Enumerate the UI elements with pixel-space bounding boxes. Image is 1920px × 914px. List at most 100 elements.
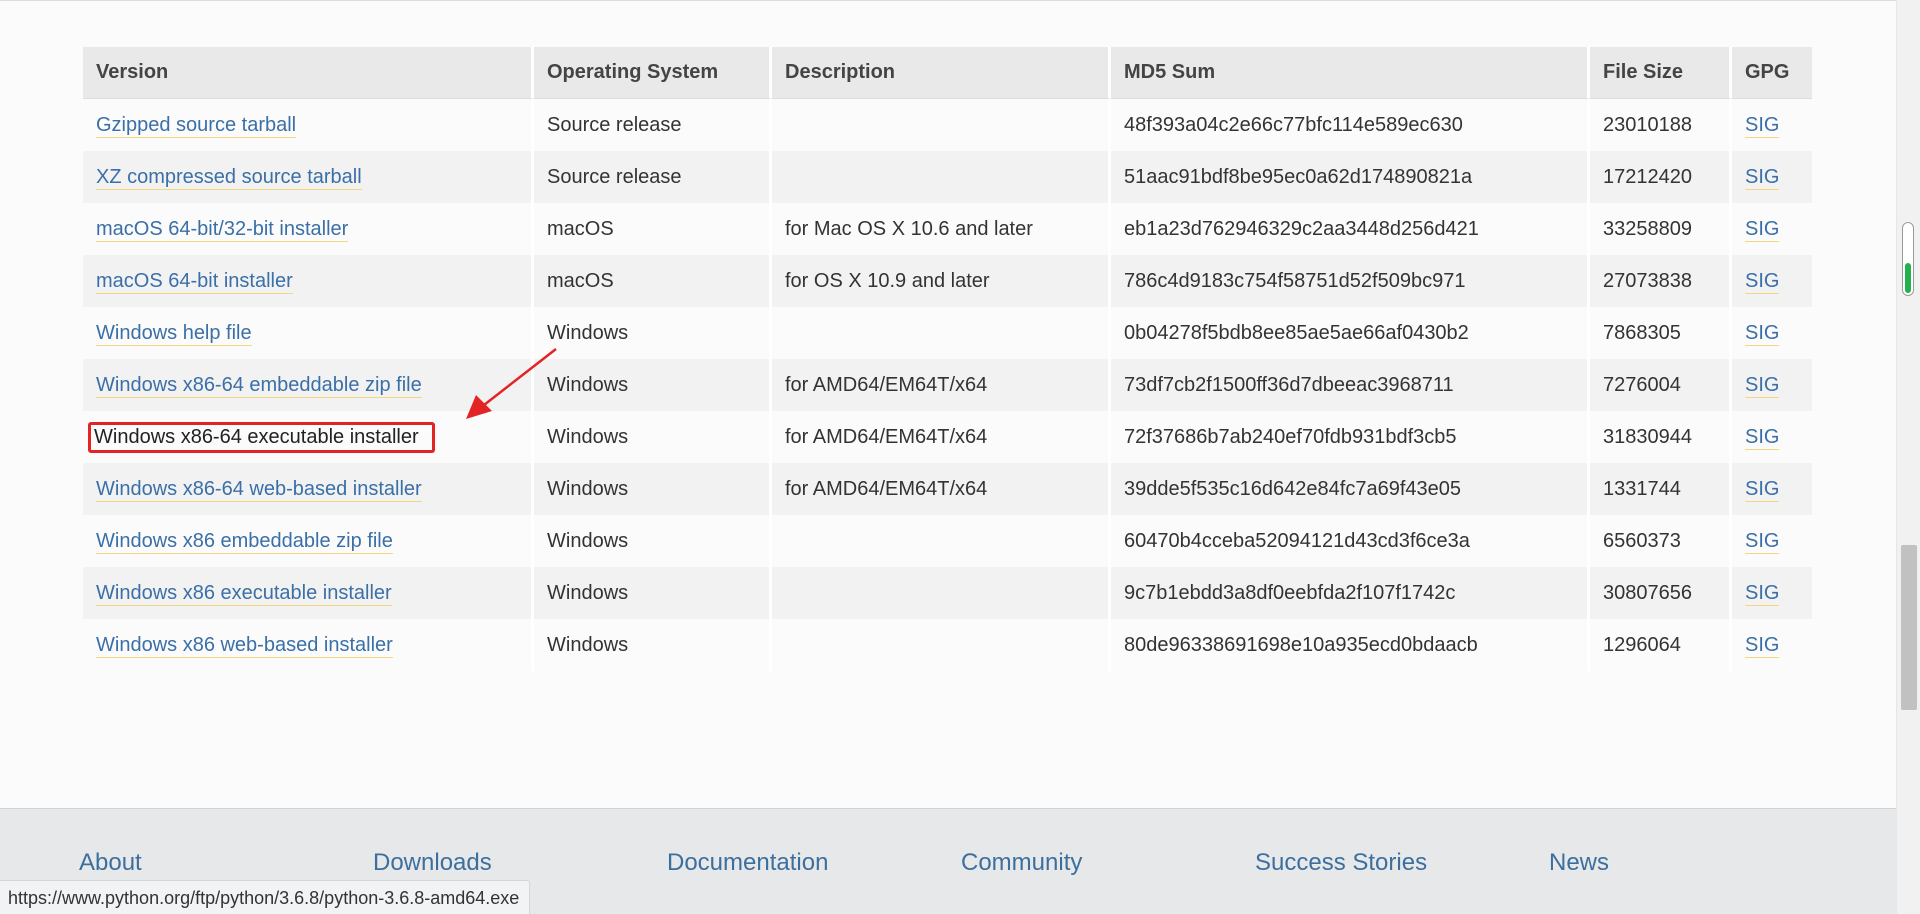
cell-gpg: SIG xyxy=(1732,411,1812,463)
footer-nav: About Downloads Documentation Community … xyxy=(79,849,1843,877)
column-header-file-size[interactable]: File Size xyxy=(1590,47,1732,99)
cell-gpg: SIG xyxy=(1732,151,1812,203)
sig-link[interactable]: SIG xyxy=(1745,633,1780,658)
footer-link-documentation[interactable]: Documentation xyxy=(667,849,961,877)
cell-description: for OS X 10.9 and later xyxy=(772,255,1111,307)
cell-description xyxy=(772,515,1111,567)
table-row: Gzipped source tarball Source release 48f3… xyxy=(83,99,1812,151)
vertical-scrollbar[interactable] xyxy=(1896,0,1920,914)
cell-operating-system: Source release xyxy=(534,151,772,203)
sig-link[interactable]: SIG xyxy=(1745,321,1780,346)
cell-gpg: SIG xyxy=(1732,463,1812,515)
cell-description xyxy=(772,151,1111,203)
cell-description xyxy=(772,619,1111,671)
cell-md5-sum: 51aac91bdf8be95ec0a62d174890821a xyxy=(1111,151,1590,203)
table-row: Windows x86-64 embeddable zip file Window… xyxy=(83,359,1812,411)
cell-operating-system: Windows xyxy=(534,619,772,671)
cell-operating-system: Windows xyxy=(534,307,772,359)
cell-md5-sum: 73df7cb2f1500ff36d7dbeeac3968711 xyxy=(1111,359,1590,411)
cell-version: Windows x86-64 embeddable zip file xyxy=(83,359,534,411)
cell-md5-sum: 60470b4cceba52094121d43cd3f6ce3a xyxy=(1111,515,1590,567)
footer-link-success-stories[interactable]: Success Stories xyxy=(1255,849,1549,877)
footer-link-news[interactable]: News xyxy=(1549,849,1843,877)
download-link[interactable]: Windows x86-64 web-based installer xyxy=(96,477,422,502)
cell-operating-system: macOS xyxy=(534,203,772,255)
cell-operating-system: Source release xyxy=(534,99,772,151)
highlighted-download-link[interactable]: Windows x86-64 executable installer xyxy=(88,421,435,453)
cell-file-size: 17212420 xyxy=(1590,151,1732,203)
sig-link[interactable]: SIG xyxy=(1745,373,1780,398)
table-row: Windows x86 embeddable zip file Windows 60… xyxy=(83,515,1812,567)
cell-operating-system: Windows xyxy=(534,567,772,619)
sig-link[interactable]: SIG xyxy=(1745,477,1780,502)
cell-description: for AMD64/EM64T/x64 xyxy=(772,359,1111,411)
table-body: Gzipped source tarball Source release 48f3… xyxy=(83,99,1812,671)
table-row: Windows x86 executable installer Windows 9… xyxy=(83,567,1812,619)
table-row: Windows x86 web-based installer Windows 80… xyxy=(83,619,1812,671)
cell-gpg: SIG xyxy=(1732,203,1812,255)
download-link[interactable]: Windows x86 embeddable zip file xyxy=(96,529,393,554)
cell-version: Windows x86-64 web-based installer xyxy=(83,463,534,515)
sig-link[interactable]: SIG xyxy=(1745,113,1780,138)
cell-description: for AMD64/EM64T/x64 xyxy=(772,411,1111,463)
cell-version: Gzipped source tarball xyxy=(83,99,534,151)
download-link[interactable]: macOS 64-bit/32-bit installer xyxy=(96,217,349,242)
cell-operating-system: Windows xyxy=(534,411,772,463)
cell-file-size: 6560373 xyxy=(1590,515,1732,567)
cell-gpg: SIG xyxy=(1732,307,1812,359)
sig-link[interactable]: SIG xyxy=(1745,217,1780,242)
footer-link-about[interactable]: About xyxy=(79,849,373,877)
download-link[interactable]: Windows x86 web-based installer xyxy=(96,633,393,658)
cell-file-size: 7868305 xyxy=(1590,307,1732,359)
footer-link-downloads[interactable]: Downloads xyxy=(373,849,667,877)
page: Version Operating System Description MD5… xyxy=(0,0,1920,914)
column-header-version[interactable]: Version xyxy=(83,47,534,99)
cell-version: Windows x86 embeddable zip file xyxy=(83,515,534,567)
download-link[interactable]: Windows x86 executable installer xyxy=(96,581,392,606)
download-link[interactable]: macOS 64-bit installer xyxy=(96,269,293,294)
cell-file-size: 30807656 xyxy=(1590,567,1732,619)
cell-version: Windows x86-64 executable installer xyxy=(83,411,534,463)
sig-link[interactable]: SIG xyxy=(1745,269,1780,294)
column-header-gpg[interactable]: GPG xyxy=(1732,47,1812,99)
cell-version: Windows help file xyxy=(83,307,534,359)
sig-link[interactable]: SIG xyxy=(1745,529,1780,554)
cell-version: macOS 64-bit installer xyxy=(83,255,534,307)
cell-gpg: SIG xyxy=(1732,359,1812,411)
cell-file-size: 31830944 xyxy=(1590,411,1732,463)
cell-gpg: SIG xyxy=(1732,99,1812,151)
column-header-os[interactable]: Operating System xyxy=(534,47,772,99)
sig-link[interactable]: SIG xyxy=(1745,425,1780,450)
column-header-description[interactable]: Description xyxy=(772,47,1111,99)
table-row: Windows x86-64 web-based installer Window… xyxy=(83,463,1812,515)
cell-version: XZ compressed source tarball xyxy=(83,151,534,203)
table-row: macOS 64-bit/32-bit installer macOS for Ma… xyxy=(83,203,1812,255)
cell-operating-system: Windows xyxy=(534,359,772,411)
cell-version: macOS 64-bit/32-bit installer xyxy=(83,203,534,255)
scroll-position-indicator xyxy=(1902,222,1914,296)
cell-md5-sum: eb1a23d762946329c2aa3448d256d421 xyxy=(1111,203,1590,255)
table-row: Windows help file Windows 0b04278f5bdb8ee8… xyxy=(83,307,1812,359)
table-header-row: Version Operating System Description MD5… xyxy=(83,47,1812,99)
cell-md5-sum: 39dde5f535c16d642e84fc7a69f43e05 xyxy=(1111,463,1590,515)
column-header-md5[interactable]: MD5 Sum xyxy=(1111,47,1590,99)
download-link[interactable]: Gzipped source tarball xyxy=(96,113,297,138)
footer-link-community[interactable]: Community xyxy=(961,849,1255,877)
cell-file-size: 33258809 xyxy=(1590,203,1732,255)
download-link[interactable]: Windows help file xyxy=(96,321,252,346)
cell-gpg: SIG xyxy=(1732,567,1812,619)
cell-file-size: 1296064 xyxy=(1590,619,1732,671)
content-area: Version Operating System Description MD5… xyxy=(0,1,1896,808)
cell-description: for AMD64/EM64T/x64 xyxy=(772,463,1111,515)
scroll-indicator-fill xyxy=(1905,263,1911,293)
sig-link[interactable]: SIG xyxy=(1745,165,1780,190)
download-link[interactable]: XZ compressed source tarball xyxy=(96,165,362,190)
cell-operating-system: Windows xyxy=(534,515,772,567)
cell-gpg: SIG xyxy=(1732,515,1812,567)
cell-md5-sum: 80de96338691698e10a935ecd0bdaacb xyxy=(1111,619,1590,671)
cell-description xyxy=(772,307,1111,359)
download-link[interactable]: Windows x86-64 embeddable zip file xyxy=(96,373,422,398)
sig-link[interactable]: SIG xyxy=(1745,581,1780,606)
scrollbar-thumb[interactable] xyxy=(1901,545,1917,710)
cell-version: Windows x86 web-based installer xyxy=(83,619,534,671)
